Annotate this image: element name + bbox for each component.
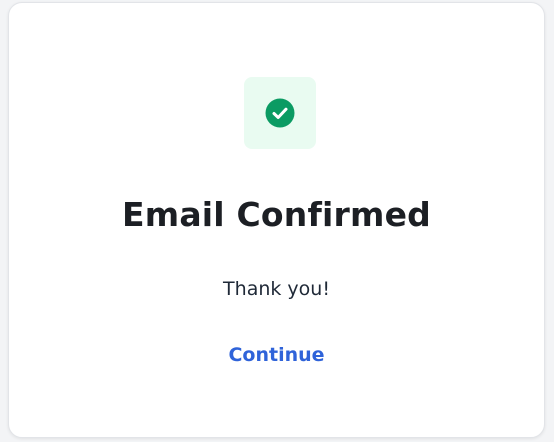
continue-link[interactable]: Continue <box>9 343 544 367</box>
check-circle-icon <box>265 98 295 128</box>
confirmation-card: Email Confirmed Thank you! Continue <box>8 2 545 438</box>
page-title: Email Confirmed <box>121 195 432 234</box>
success-icon-tile <box>244 77 316 149</box>
thank-you-message: Thank you! <box>223 278 330 300</box>
